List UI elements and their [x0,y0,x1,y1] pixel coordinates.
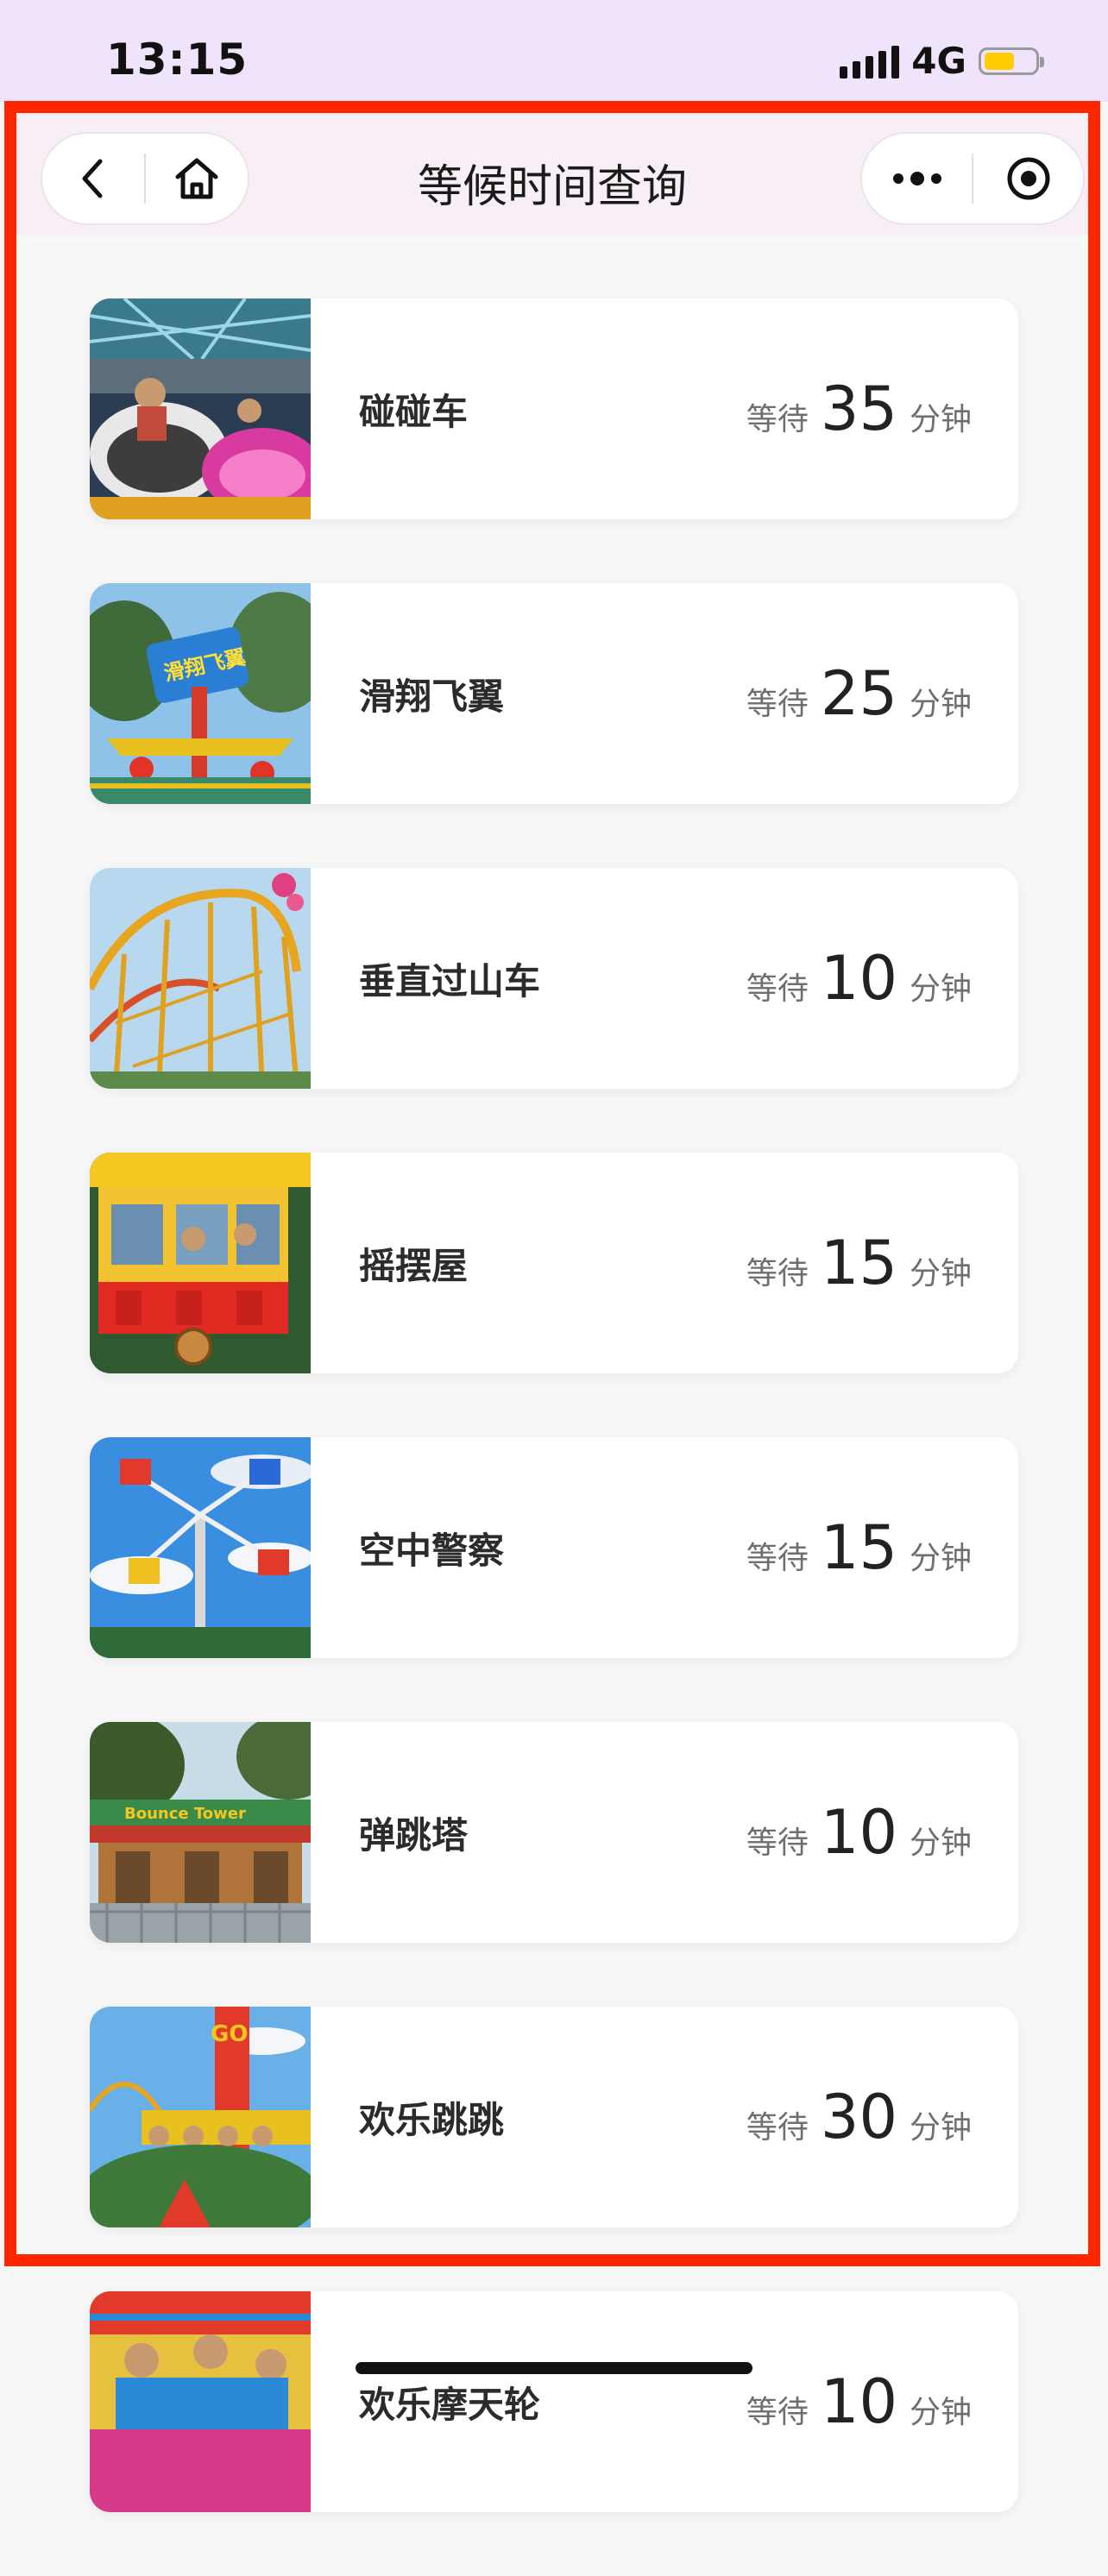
wait-minutes: 10 [820,943,897,1014]
ride-list: 碰碰车 等待 35 分钟 滑翔飞翼 滑翔飞翼 等待 25 分钟 垂直过山车 等待… [90,298,1018,2576]
ride-name: 摇摆屋 [359,1244,469,1287]
ride-card[interactable]: 空中警察 等待 15 分钟 [90,1437,1018,1658]
ride-card[interactable]: 滑翔飞翼 滑翔飞翼 等待 25 分钟 [90,583,1018,804]
ride-wait-time: 等待 10 分钟 [746,2372,972,2432]
nav-bar: 等候时间查询 [16,113,1088,236]
wait-unit: 分钟 [909,687,972,722]
signal-icon [840,44,900,79]
more-dots-icon [892,172,941,185]
wait-unit: 分钟 [909,402,972,437]
ride-thumbnail-sky-police [90,1437,311,1658]
status-indicators: 4G [840,40,1044,82]
wait-minutes: 25 [820,658,897,729]
battery-fill [985,52,1014,70]
home-indicator[interactable] [356,2362,752,2374]
svg-text:GO: GO [211,2021,248,2047]
ride-thumbnail-bumper-cars [90,298,311,519]
ride-thumbnail-happy-jump: GO [90,2007,311,2227]
ride-name: 垂直过山车 [359,959,541,1002]
wait-minutes: 30 [820,2082,897,2152]
ride-thumbnail-roller-coaster [90,868,311,1089]
ride-thumbnail-swing-house [90,1153,311,1373]
wait-unit: 分钟 [909,1256,972,1291]
ride-thumbnail-glider-wings: 滑翔飞翼 [90,583,311,804]
wait-unit: 分钟 [909,971,972,1007]
wait-minutes: 15 [820,1228,897,1298]
close-miniapp-button[interactable] [973,134,1083,223]
ride-name: 弹跳塔 [359,1813,469,1857]
wait-unit: 分钟 [909,1541,972,1576]
ride-card[interactable]: 欢乐摩天轮 等待 10 分钟 [90,2291,1018,2512]
ride-wait-time: 等待 25 分钟 [746,663,972,724]
ride-name: 空中警察 [359,1529,505,1572]
ride-thumbnail-ferris-wheel [90,2291,311,2512]
wait-prefix: 等待 [746,1256,809,1291]
wait-prefix: 等待 [746,2395,809,2430]
wait-prefix: 等待 [746,1825,809,1861]
wait-unit: 分钟 [909,2110,972,2146]
status-bar: 13:15 4G [0,0,1108,102]
ride-name: 欢乐跳跳 [359,2098,505,2141]
network-label: 4G [911,40,966,82]
wait-unit: 分钟 [909,2395,972,2430]
ride-card[interactable]: Bounce Tower 弹跳塔 等待 10 分钟 [90,1722,1018,1943]
wait-prefix: 等待 [746,971,809,1007]
ride-name: 滑翔飞翼 [359,675,505,718]
ride-wait-time: 等待 30 分钟 [746,2087,972,2147]
wait-prefix: 等待 [746,402,809,437]
ride-wait-time: 等待 10 分钟 [746,1802,972,1863]
status-time: 13:15 [106,35,249,85]
ride-wait-time: 等待 15 分钟 [746,1233,972,1293]
ride-thumbnail-bounce-tower: Bounce Tower [90,1722,311,1943]
wait-prefix: 等待 [746,2110,809,2146]
ride-wait-time: 等待 15 分钟 [746,1517,972,1578]
wait-unit: 分钟 [909,1825,972,1861]
ride-card[interactable]: 摇摆屋 等待 15 分钟 [90,1153,1018,1373]
ride-wait-time: 等待 35 分钟 [746,379,972,439]
ride-card[interactable]: GO 欢乐跳跳 等待 30 分钟 [90,2007,1018,2227]
target-icon [1007,157,1049,200]
ride-name: 碰碰车 [359,390,469,433]
wait-prefix: 等待 [746,687,809,722]
ride-card[interactable]: 碰碰车 等待 35 分钟 [90,298,1018,519]
ride-wait-time: 等待 10 分钟 [746,948,972,1008]
battery-icon [979,47,1044,75]
wait-minutes: 10 [820,1797,897,1868]
wait-minutes: 35 [820,374,897,444]
nav-right-capsule [860,132,1085,225]
ride-name: 欢乐摩天轮 [359,2383,541,2426]
more-button[interactable] [862,134,972,223]
svg-text:Bounce Tower: Bounce Tower [124,1805,246,1823]
wait-prefix: 等待 [746,1541,809,1576]
wait-minutes: 10 [820,2366,897,2437]
wait-minutes: 15 [820,1512,897,1583]
ride-card[interactable]: 垂直过山车 等待 10 分钟 [90,868,1018,1089]
